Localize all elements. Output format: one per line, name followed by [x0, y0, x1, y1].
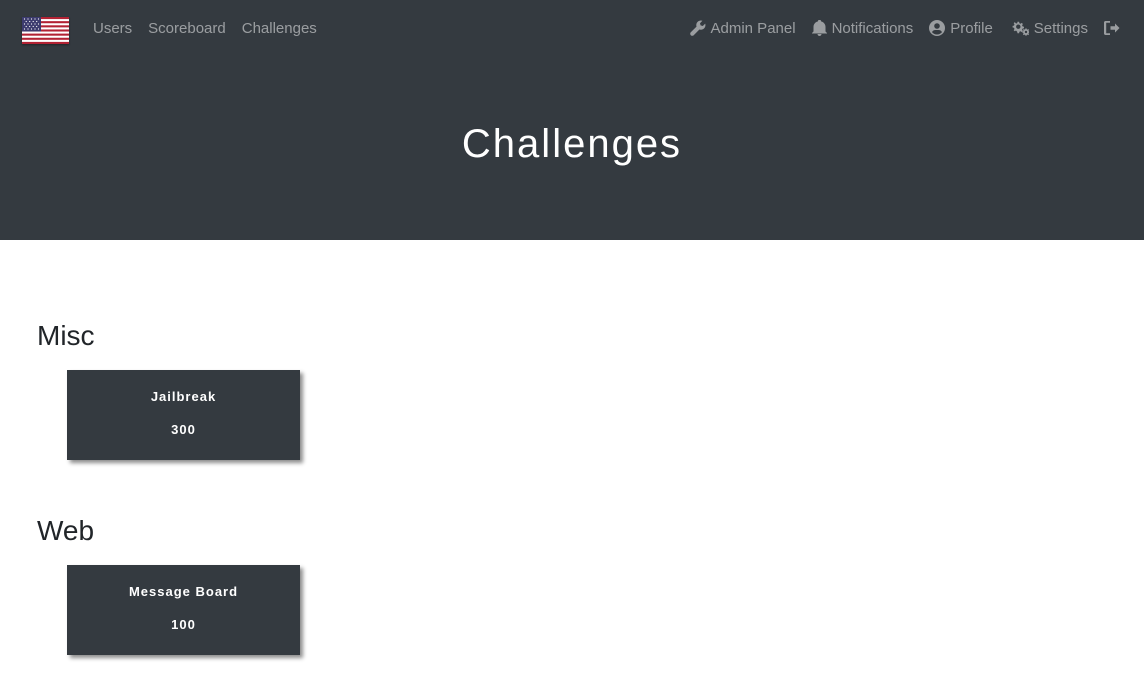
user-circle-icon — [929, 20, 946, 36]
nav-link-notifications[interactable]: Notifications — [811, 19, 914, 37]
bell-icon — [811, 20, 827, 36]
sign-out-icon — [1104, 21, 1120, 35]
brand-flag-icon[interactable] — [22, 17, 69, 44]
challenge-value: 100 — [171, 617, 196, 632]
nav-link-users[interactable]: Users — [93, 20, 132, 37]
admin-panel-label: Admin Panel — [710, 19, 796, 37]
challenge-name: Message Board — [128, 584, 239, 599]
nav-link-scoreboard[interactable]: Scoreboard — [148, 20, 226, 37]
nav-link-logout[interactable] — [1104, 21, 1120, 35]
challenge-name: Jailbreak — [150, 389, 217, 404]
category-title-misc: Misc — [37, 320, 95, 351]
wrench-icon — [689, 20, 706, 36]
page-title: Challenges — [461, 121, 683, 166]
nav-link-admin-panel[interactable]: Admin Panel — [689, 19, 796, 37]
us-flag-icon — [22, 17, 69, 44]
cogs-icon — [1009, 20, 1029, 36]
notifications-label: Notifications — [831, 19, 914, 37]
nav-link-profile[interactable]: Profile — [929, 20, 993, 37]
challenge-button-message-board[interactable]: Message Board 100 — [67, 565, 300, 655]
nav-link-challenges[interactable]: Challenges — [242, 20, 317, 37]
nav-link-settings[interactable]: Settings — [1009, 20, 1088, 37]
navbar: Users Scoreboard Challenges Admin Panel … — [0, 0, 1144, 56]
category-title-web: Web — [37, 515, 95, 546]
challenge-button-jailbreak[interactable]: Jailbreak 300 — [67, 370, 300, 460]
profile-label: Profile — [950, 19, 993, 37]
nav-left: Users Scoreboard Challenges — [93, 0, 333, 56]
page-header: Challenges — [0, 56, 1144, 240]
settings-label: Settings — [1033, 19, 1088, 37]
challenge-value: 300 — [171, 422, 196, 437]
nav-right: Admin Panel Notifications Profile Settin… — [674, 0, 1121, 56]
